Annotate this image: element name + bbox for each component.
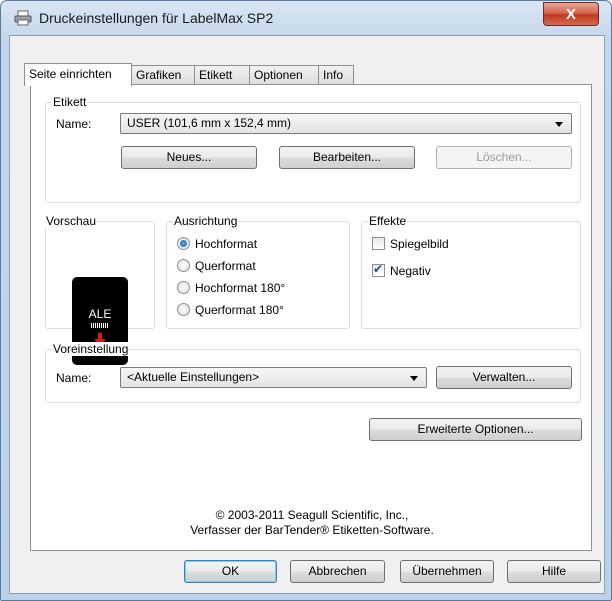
effekte-group: Effekte Spiegelbild Negativ: [361, 214, 581, 329]
radio-portrait-180-label: Hochformat 180°: [195, 281, 286, 295]
tab-info[interactable]: Info: [318, 65, 354, 85]
advanced-options-button[interactable]: Erweiterte Optionen...: [369, 418, 582, 441]
radio-portrait[interactable]: [177, 237, 190, 250]
radio-portrait-label: Hochformat: [195, 237, 258, 251]
radio-landscape-label: Querformat: [195, 259, 256, 273]
preset-name-label: Name:: [56, 371, 92, 385]
radio-portrait-180[interactable]: [177, 281, 190, 294]
dialog-client-area: Seite einrichten Grafiken Etikett Option…: [9, 35, 605, 594]
tab-optionen[interactable]: Optionen: [249, 65, 319, 85]
voreinstellung-legend: Voreinstellung: [52, 342, 130, 356]
help-button[interactable]: Hilfe: [507, 560, 601, 583]
tab-seite-einrichten[interactable]: Seite einrichten: [24, 63, 132, 86]
tab-panel-seite-einrichten: Etikett Name: USER (101,6 mm x 152,4 mm)…: [30, 84, 592, 551]
radio-landscape-180-label: Querformat 180°: [195, 303, 284, 317]
window-title: Druckeinstellungen für LabelMax SP2: [39, 10, 274, 26]
negative-checkbox[interactable]: [372, 262, 385, 277]
mirror-checkbox[interactable]: [372, 237, 385, 250]
etikett-name-label: Name:: [56, 117, 92, 131]
ok-button[interactable]: OK: [184, 560, 277, 583]
title-bar[interactable]: Druckeinstellungen für LabelMax SP2 X: [1, 1, 611, 35]
negative-checkbox-label: Negativ: [390, 264, 431, 278]
ausrichtung-legend: Ausrichtung: [173, 214, 239, 228]
close-button[interactable]: X: [543, 2, 599, 26]
dialog-window: Druckeinstellungen für LabelMax SP2 X Se…: [0, 0, 612, 601]
cancel-button[interactable]: Abbrechen: [290, 560, 385, 583]
delete-label-button[interactable]: Löschen...: [436, 146, 572, 169]
manage-presets-button[interactable]: Verwalten...: [436, 366, 572, 389]
etikett-group: Etikett Name: USER (101,6 mm x 152,4 mm)…: [45, 95, 581, 203]
preset-value: <Aktuelle Einstellungen>: [127, 370, 260, 384]
radio-landscape[interactable]: [177, 259, 190, 272]
copyright-line-2: Verfasser der BarTender® Etiketten-Softw…: [190, 523, 434, 537]
preset-dropdown[interactable]: <Aktuelle Einstellungen>: [120, 367, 427, 388]
barcode-icon: [91, 323, 109, 328]
copyright-line-1: © 2003-2011 Seagull Scientific, Inc.,: [215, 508, 409, 522]
radio-landscape-180[interactable]: [177, 303, 190, 316]
effekte-legend: Effekte: [368, 214, 408, 228]
ausrichtung-group: Ausrichtung Hochformat Querformat Hochfo…: [166, 214, 350, 329]
preview-sample-text: ALE: [88, 307, 112, 321]
chevron-down-icon: [555, 122, 563, 127]
label-name-dropdown[interactable]: USER (101,6 mm x 152,4 mm): [120, 113, 572, 134]
label-name-value: USER (101,6 mm x 152,4 mm): [127, 116, 292, 130]
new-label-button[interactable]: Neues...: [121, 146, 257, 169]
mirror-checkbox-label: Spiegelbild: [390, 237, 449, 251]
vorschau-legend: Vorschau: [45, 214, 98, 228]
printer-icon: [14, 10, 32, 26]
etikett-legend: Etikett: [52, 95, 88, 109]
chevron-down-icon: [410, 376, 418, 381]
tab-etikett[interactable]: Etikett: [194, 65, 250, 85]
voreinstellung-group: Voreinstellung Name: <Aktuelle Einstellu…: [45, 342, 581, 403]
edit-label-button[interactable]: Bearbeiten...: [279, 146, 415, 169]
tab-grafiken[interactable]: Grafiken: [131, 65, 195, 85]
apply-button[interactable]: Übernehmen: [400, 560, 494, 583]
